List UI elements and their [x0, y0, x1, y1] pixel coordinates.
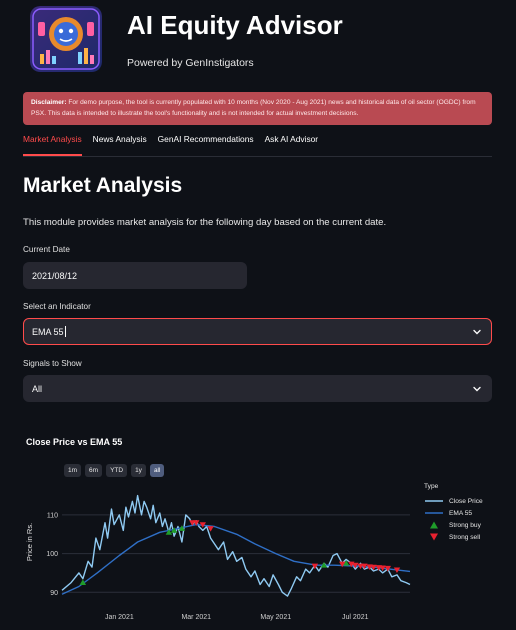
- x-tick-label: Jul 2021: [342, 614, 369, 621]
- range-button-all[interactable]: all: [149, 464, 165, 477]
- legend-title: Type: [424, 483, 439, 490]
- signals-select[interactable]: All: [23, 375, 492, 402]
- chevron-down-icon: [473, 329, 481, 335]
- chart-title: Close Price vs EMA 55: [26, 437, 123, 447]
- signals-value: All: [32, 383, 43, 394]
- text-cursor: [64, 326, 66, 337]
- y-tick-label: 110: [47, 512, 58, 519]
- signals-label: Signals to Show: [23, 359, 82, 368]
- legend-label: Strong sell: [449, 533, 481, 541]
- y-axis-label: Price in Rs.: [25, 523, 34, 561]
- triangle-up-icon: [430, 521, 438, 529]
- app-logo: [30, 6, 102, 72]
- x-tick-label: Mar 2021: [181, 614, 211, 621]
- tab-news-analysis[interactable]: News Analysis: [93, 130, 147, 155]
- legend-label: Close Price: [449, 497, 483, 505]
- range-button-1m[interactable]: 1m: [64, 464, 82, 477]
- indicator-select[interactable]: EMA 55: [23, 318, 492, 345]
- indicator-label: Select an Indicator: [23, 302, 91, 311]
- chevron-down-icon: [473, 386, 481, 392]
- indicator-value: EMA 55: [32, 326, 64, 337]
- app-title: AI Equity Advisor: [127, 10, 343, 40]
- legend-item-strong-sell[interactable]: Strong sell: [424, 531, 483, 543]
- y-tick-label: 100: [46, 551, 58, 558]
- range-selector: 1m 6m YTD 1y all: [64, 464, 165, 477]
- app-subtitle: Powered by GenInstigators: [127, 57, 254, 69]
- range-button-6m[interactable]: 6m: [85, 464, 103, 477]
- legend-item-close-price[interactable]: Close Price: [424, 495, 483, 507]
- chart-legend: Type Close Price EMA 55 Strong buy Stron…: [424, 483, 483, 543]
- disclaimer-banner: Disclaimer: For demo purpose, the tool i…: [23, 92, 492, 125]
- legend-label: Strong buy: [449, 521, 481, 529]
- line-swatch-icon: [425, 500, 443, 502]
- line-swatch-icon: [425, 512, 443, 514]
- tab-ask-ai-advisor[interactable]: Ask AI Advisor: [265, 130, 319, 155]
- legend-label: EMA 55: [449, 509, 473, 517]
- page-title: Market Analysis: [23, 174, 183, 197]
- close-price-line: [61, 494, 411, 597]
- current-date-value: 2021/08/12: [32, 270, 78, 281]
- legend-item-strong-buy[interactable]: Strong buy: [424, 519, 483, 531]
- legend-item-ema-55[interactable]: EMA 55: [424, 507, 483, 519]
- x-tick-label: Jan 2021: [105, 614, 134, 621]
- disclaimer-label: Disclaimer:: [31, 99, 67, 106]
- y-tick-label: 90: [50, 590, 58, 597]
- price-chart[interactable]: 90 100 110 Jan 2021 Mar 2021 May 2021 Jul 2021…: [0, 478, 420, 630]
- triangle-down-icon: [430, 533, 438, 541]
- tab-genai-recommendations[interactable]: GenAI Recommendations: [158, 130, 254, 155]
- page-description: This module provides market analysis for…: [23, 217, 387, 228]
- range-button-1y[interactable]: 1y: [131, 464, 146, 477]
- tab-bar: Market Analysis News Analysis GenAI Reco…: [23, 130, 492, 157]
- current-date-input[interactable]: 2021/08/12: [23, 262, 247, 289]
- tab-market-analysis[interactable]: Market Analysis: [23, 130, 82, 156]
- current-date-label: Current Date: [23, 245, 70, 254]
- range-button-ytd[interactable]: YTD: [106, 464, 128, 477]
- x-tick-label: May 2021: [260, 614, 291, 621]
- disclaimer-text: For demo purpose, the tool is currently …: [31, 99, 476, 117]
